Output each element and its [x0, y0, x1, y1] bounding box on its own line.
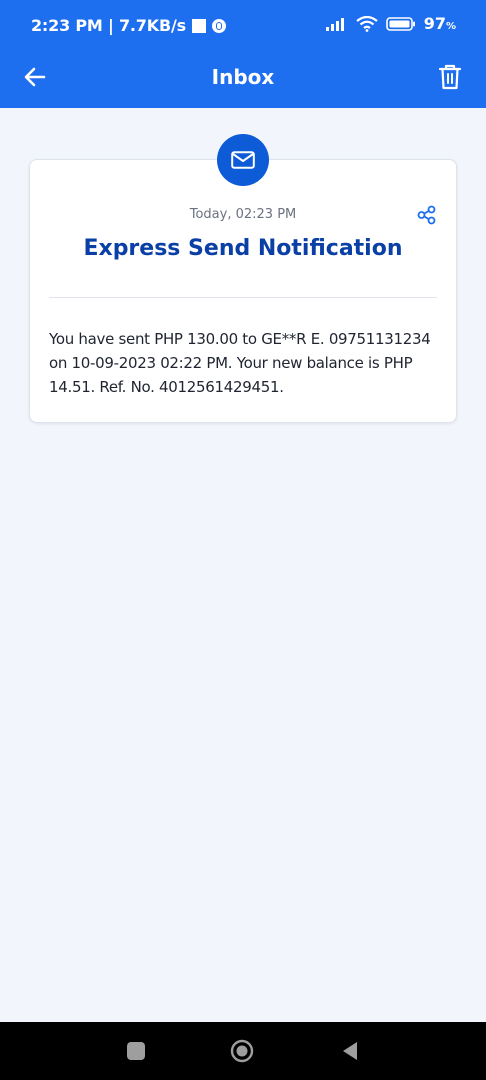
mail-icon: [231, 151, 255, 169]
notification-icon-badge: [217, 134, 269, 186]
status-right: 97%: [325, 14, 456, 33]
share-icon: [417, 205, 436, 225]
wifi-icon: [356, 15, 378, 32]
notification-message: You have sent PHP 130.00 to GE**R E. 097…: [49, 330, 431, 396]
notification-timestamp: Today, 02:23 PM: [189, 207, 297, 222]
notification-title: Express Send Notification: [83, 236, 403, 261]
app-badge-icon: [211, 18, 226, 33]
trash-icon: [439, 64, 461, 90]
signal-icon: [325, 17, 344, 31]
nav-back-button[interactable]: [340, 1041, 360, 1061]
share-button[interactable]: [416, 204, 438, 226]
battery-level: 97%: [423, 14, 456, 33]
status-left: 2:23 PM | 7.7KB/s: [31, 16, 226, 35]
app-bar: Inbox: [0, 52, 486, 108]
system-nav-bar: [0, 1022, 486, 1080]
recents-button[interactable]: [127, 1042, 145, 1060]
page-title: Inbox: [211, 65, 275, 89]
battery-icon: [385, 16, 415, 31]
stop-square-icon: [191, 18, 206, 33]
divider: [49, 297, 437, 298]
status-time: 2:23 PM | 7.7KB/s: [31, 16, 186, 35]
delete-button[interactable]: [436, 61, 464, 93]
notification-card: Today, 02:23 PM Express Send Notificatio…: [29, 159, 457, 423]
status-bar: 2:23 PM | 7.7KB/s 97%: [0, 0, 486, 52]
home-button[interactable]: [230, 1039, 254, 1063]
